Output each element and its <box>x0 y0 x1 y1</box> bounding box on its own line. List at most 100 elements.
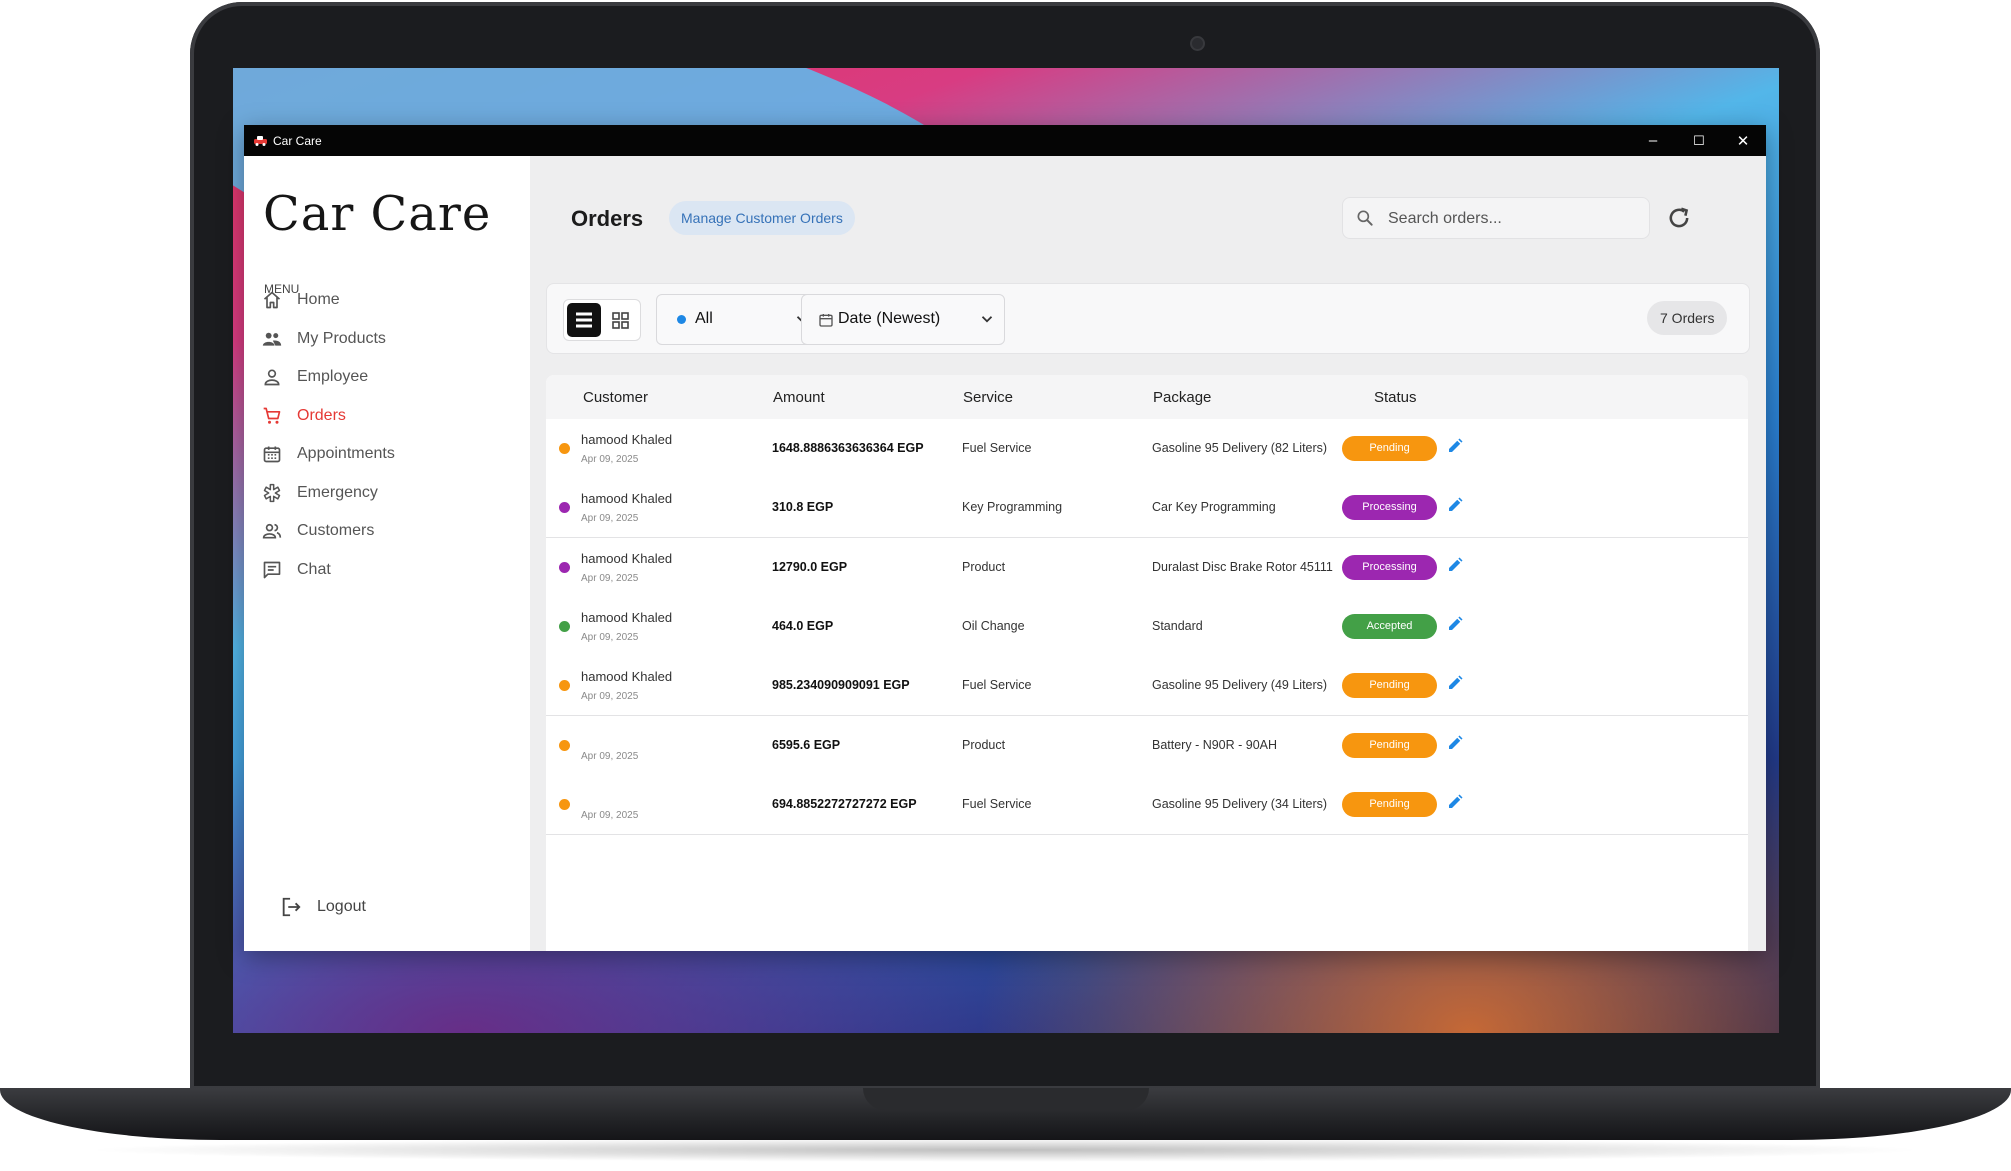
column-header: Status <box>1374 389 1417 406</box>
table-header: Customer Amount Service Package Status <box>546 375 1748 419</box>
grid-view-button[interactable] <box>603 303 637 337</box>
search-box[interactable] <box>1342 197 1650 239</box>
customer-name: hamood Khaled <box>581 491 673 507</box>
app-logo-icon <box>254 136 267 146</box>
grid-view-icon <box>612 312 629 329</box>
title-bar: Car Care – ☐ ✕ <box>244 125 1766 156</box>
order-amount: 1648.8886363636364 EGP <box>772 441 924 455</box>
main-content: Orders Manage Customer Orders All <box>530 156 1766 951</box>
sidebar-item-appointments[interactable]: Appointments <box>244 435 530 473</box>
status-badge[interactable]: Accepted <box>1342 613 1437 639</box>
status-badge[interactable]: Pending <box>1342 791 1437 817</box>
home-icon <box>263 291 281 309</box>
table-row[interactable]: Apr 09, 2025 6595.6 EGP Product Battery - N… <box>546 715 1748 776</box>
table-row[interactable]: hamood Khaled Apr 09, 2025 310.8 EGP Key Pr… <box>546 478 1748 539</box>
sidebar-item-emergency[interactable]: Emergency <box>244 474 530 512</box>
sidebar-item-label: Chat <box>297 561 331 578</box>
table-row[interactable]: Apr 09, 2025 694.8852272727272 EGP Fuel Se… <box>546 774 1748 835</box>
order-package: Gasoline 95 Delivery (49 Liters) <box>1152 678 1328 693</box>
table-row[interactable]: hamood Khaled Apr 09, 2025 985.23409090909… <box>546 656 1748 717</box>
edit-icon[interactable] <box>1446 437 1464 455</box>
laptop-shadow <box>80 1138 1930 1162</box>
status-badge[interactable]: Processing <box>1342 495 1437 521</box>
status-dot-icon <box>559 561 570 573</box>
person-icon <box>264 369 280 386</box>
maximize-button[interactable]: ☐ <box>1676 125 1722 156</box>
order-date: Apr 09, 2025 <box>581 631 639 643</box>
customer-name: hamood Khaled <box>581 550 673 566</box>
table-row[interactable]: hamood Khaled Apr 09, 2025 12790.0 EGP Prod… <box>546 537 1748 598</box>
view-toggle <box>563 299 641 341</box>
order-service: Fuel Service <box>962 796 1032 811</box>
status-badge[interactable]: Pending <box>1342 436 1437 461</box>
search-input[interactable] <box>1386 207 1640 231</box>
minimize-button[interactable]: – <box>1630 125 1676 156</box>
sidebar: Car Care MENU Home My Products Employee … <box>244 156 530 951</box>
emergency-icon <box>263 483 281 503</box>
status-badge[interactable]: Pending <box>1342 673 1437 699</box>
column-header: Amount <box>773 389 825 406</box>
order-amount: 464.0 EGP <box>772 618 834 633</box>
calendar-icon <box>263 446 281 463</box>
sidebar-item-employee[interactable]: Employee <box>244 358 530 396</box>
status-dot-icon <box>559 680 570 692</box>
orders-table: Customer Amount Service Package Status h… <box>546 375 1748 951</box>
order-package: Standard <box>1152 618 1203 633</box>
status-dot-icon <box>559 443 570 454</box>
edit-icon[interactable] <box>1446 793 1464 811</box>
list-view-button[interactable] <box>567 303 601 337</box>
order-date: Apr 09, 2025 <box>581 513 639 525</box>
order-amount: 694.8852272727272 EGP <box>772 796 917 811</box>
order-amount: 985.234090909091 EGP <box>772 678 910 693</box>
order-service: Product <box>962 737 1006 752</box>
status-filter-value: All <box>695 310 713 327</box>
order-count-badge: 7 Orders <box>1647 301 1728 335</box>
sidebar-item-label: My Products <box>297 330 386 347</box>
close-button[interactable]: ✕ <box>1720 125 1766 156</box>
column-header: Customer <box>583 389 649 406</box>
sidebar-item-my-products[interactable]: My Products <box>244 320 530 358</box>
calendar-icon <box>819 314 833 327</box>
order-package: Car Key Programming <box>1152 500 1276 515</box>
sidebar-item-chat[interactable]: Chat <box>244 551 530 589</box>
refresh-icon[interactable] <box>1665 204 1693 232</box>
table-row[interactable]: hamood Khaled Apr 09, 2025 464.0 EGP Oil Ch… <box>546 596 1748 657</box>
order-service: Product <box>962 559 1006 574</box>
table-row[interactable]: hamood Khaled Apr 09, 2025 1648.8886363636… <box>546 419 1748 479</box>
list-view-icon <box>576 312 592 328</box>
sort-dropdown[interactable]: Date (Newest) <box>801 294 1005 345</box>
people-icon <box>262 332 282 346</box>
customer-name: hamood Khaled <box>581 432 673 447</box>
order-package: Gasoline 95 Delivery (82 Liters) <box>1152 441 1328 455</box>
order-service: Fuel Service <box>962 678 1032 693</box>
column-header: Service <box>963 389 1014 406</box>
order-date: Apr 09, 2025 <box>581 572 639 584</box>
window-title: Car Care <box>273 134 322 148</box>
app-window: Car Care – ☐ ✕ Car Care MENU Home My Pro… <box>244 125 1766 951</box>
order-package: Gasoline 95 Delivery (34 Liters) <box>1152 796 1328 811</box>
order-package: Duralast Disc Brake Rotor 45111 <box>1152 559 1333 574</box>
edit-icon[interactable] <box>1446 734 1464 752</box>
sidebar-item-orders[interactable]: Orders <box>244 397 530 435</box>
sidebar-item-home[interactable]: Home <box>244 281 530 319</box>
status-dot-icon <box>559 739 570 751</box>
cart-icon <box>263 407 281 424</box>
order-date: Apr 09, 2025 <box>581 691 639 703</box>
edit-icon[interactable] <box>1446 615 1464 633</box>
status-dot-icon <box>559 620 570 632</box>
order-amount: 310.8 EGP <box>772 500 834 515</box>
sidebar-item-label: Appointments <box>297 445 395 462</box>
column-header: Package <box>1153 389 1212 406</box>
status-badge[interactable]: Pending <box>1342 732 1437 758</box>
edit-icon[interactable] <box>1446 674 1464 692</box>
customers-icon <box>262 523 282 539</box>
logout-button[interactable]: Logout <box>280 894 420 922</box>
edit-icon[interactable] <box>1446 496 1464 514</box>
sidebar-item-customers[interactable]: Customers <box>244 512 530 550</box>
sidebar-item-label: Home <box>297 291 340 308</box>
logout-label: Logout <box>317 898 366 915</box>
edit-icon[interactable] <box>1446 556 1464 574</box>
sidebar-item-label: Orders <box>297 407 346 424</box>
status-badge[interactable]: Processing <box>1342 554 1437 580</box>
order-date: Apr 09, 2025 <box>581 750 639 762</box>
